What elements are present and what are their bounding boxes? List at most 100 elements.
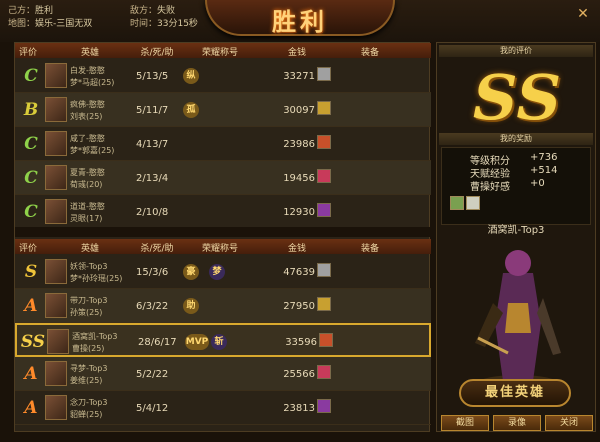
reward-box: 等级积分 +736 天赋经验 +514 曹操好感 +0 [441, 147, 591, 225]
hero-name: 灵眼(17) [70, 214, 103, 223]
item-slot[interactable] [317, 101, 331, 115]
item-slot[interactable] [317, 169, 331, 183]
col-gear: 装备 [360, 244, 379, 254]
grade-badge: C [24, 134, 38, 154]
player-row: S 妖领-Top3 梦*孙玲瑶(25) 15/3/6 豪梦 47639 [15, 255, 431, 289]
col-rating: 评价 [18, 244, 37, 254]
hero-avatar [45, 199, 67, 224]
col-honor: 荣耀称号 [201, 48, 238, 58]
team-separator [15, 227, 431, 237]
honor-badge: 豪 [183, 264, 199, 280]
player-name: 念刀-Top3 [70, 398, 108, 407]
kda-value: 6/3/22 [136, 301, 169, 312]
player-row: C 夏青-憨憨 荀彧(20) 2/13/4 19456 [15, 161, 431, 195]
my-result-panel: 我的评价 SS 我的奖励 等级积分 +736 天赋经验 +514 曹操好感 +0… [436, 42, 596, 432]
close-button[interactable]: 关闭 [545, 415, 593, 431]
kda-value: 2/10/8 [136, 207, 169, 218]
map-info: 地图：娱乐-三国无双 [8, 19, 93, 29]
my-rating-label: 我的评价 [439, 45, 593, 57]
scoreboard: 评价 英雄 杀/死/助 荣耀称号 金钱 装备 C 白发-憨憨 梦*马超(25) 5/1… [14, 42, 431, 432]
grade-badge: C [24, 66, 38, 86]
player-row: SS 酒窝凯-Top3 曹操(25) 28/6/17 MVP 斩 33596 [15, 323, 431, 357]
player-name: 妖领-Top3 [70, 262, 108, 271]
money-value: 19456 [283, 173, 315, 184]
close-icon[interactable]: ✕ [575, 6, 591, 22]
honor-badge: 斩 [211, 334, 227, 350]
player-name: 寻梦-Top3 [70, 364, 108, 373]
kda-value: 4/13/7 [136, 139, 169, 150]
mvp-player-name: 酒窝凯-Top3 [487, 225, 545, 236]
col-kda: 杀/死/助 [140, 48, 174, 58]
hero-name: 貂蝉(25) [70, 410, 103, 419]
honor-badge: 梦 [209, 264, 225, 280]
hero-avatar [45, 97, 67, 122]
col-gear: 装备 [360, 48, 379, 58]
item-slot[interactable] [317, 67, 331, 81]
kda-value: 5/4/12 [136, 403, 169, 414]
money-value: 23813 [283, 403, 315, 414]
col-money: 金钱 [287, 48, 306, 58]
player-row: B 疯佛-憨憨 刘表(25) 5/11/7 孤 30097 [15, 93, 431, 127]
col-hero: 英雄 [80, 244, 99, 254]
reward-item-icon [450, 196, 464, 210]
money-value: 47639 [283, 267, 315, 278]
hero-avatar [45, 293, 67, 318]
enemy-result: 敌方：失败 [130, 6, 176, 16]
item-slot[interactable] [317, 263, 331, 277]
money-value: 23986 [283, 139, 315, 150]
reward-value-2: +0 [530, 178, 545, 189]
col-kda: 杀/死/助 [140, 244, 174, 254]
grade-badge: SS [20, 332, 46, 352]
team-b-header: 评价 英雄 杀/死/助 荣耀称号 金钱 装备 [15, 239, 431, 254]
item-slot[interactable] [317, 399, 331, 413]
player-row: C 白发-憨憨 梦*马超(25) 5/13/5 纵 33271 [15, 59, 431, 93]
item-slot[interactable] [317, 203, 331, 217]
money-value: 33271 [283, 71, 315, 82]
hero-name: 梦*郭嘉(25) [70, 146, 115, 155]
item-slot[interactable] [317, 135, 331, 149]
screenshot-button[interactable]: 截图 [441, 415, 489, 431]
hero-avatar [45, 63, 67, 88]
money-value: 30097 [283, 105, 315, 116]
team-a-header: 评价 英雄 杀/死/助 荣耀称号 金钱 装备 [15, 43, 431, 58]
hero-avatar [45, 361, 67, 386]
item-slot[interactable] [317, 365, 331, 379]
player-row: C 咸了-憨憨梦*郭嘉(25) 4/13/7 23986 [15, 127, 431, 161]
item-slot[interactable] [319, 333, 333, 347]
grade-badge: C [24, 168, 38, 188]
player-name: 白发-憨憨 [70, 66, 105, 75]
grade-badge: C [24, 202, 38, 222]
grade-badge: S [24, 262, 38, 282]
hero-avatar [45, 131, 67, 156]
hero-name: 刘表(25) [70, 112, 103, 121]
hero-name: 孙策(25) [70, 308, 103, 317]
hero-avatar [45, 259, 67, 284]
reward-value-0: +736 [530, 152, 558, 163]
record-button[interactable]: 录像 [493, 415, 541, 431]
time-info: 时间：33分15秒 [130, 19, 198, 29]
kda-value: 28/6/17 [138, 337, 177, 348]
player-row: A 念刀-Top3 貂蝉(25) 5/4/12 23813 [15, 391, 431, 425]
hero-avatar [45, 165, 67, 190]
kda-value: 2/13/4 [136, 173, 169, 184]
money-value: 25566 [283, 369, 315, 380]
col-honor: 荣耀称号 [201, 244, 238, 254]
victory-title: 胜利 [272, 7, 328, 36]
reward-item-icon [466, 196, 480, 210]
kda-value: 15/3/6 [136, 267, 169, 278]
money-value: 33596 [285, 337, 317, 348]
hero-name: 梦*孙玲瑶(25) [70, 274, 123, 283]
item-slot[interactable] [317, 297, 331, 311]
player-name: 咸了-憨憨 [70, 134, 105, 143]
best-hero-plate: 最佳英雄 [459, 379, 571, 407]
player-name: 带刀-Top3 [70, 296, 108, 305]
honor-badge: MVP [185, 334, 209, 350]
reward-label-2: 曹操好感 [470, 182, 510, 193]
kda-value: 5/2/22 [136, 369, 169, 380]
col-hero: 英雄 [80, 48, 99, 58]
victory-banner: 胜利 [205, 0, 395, 36]
money-value: 12930 [283, 207, 315, 218]
player-name: 夏青-憨憨 [70, 168, 105, 177]
player-name: 道道-憨憨 [70, 202, 105, 211]
reward-label: 我的奖励 [439, 133, 593, 145]
